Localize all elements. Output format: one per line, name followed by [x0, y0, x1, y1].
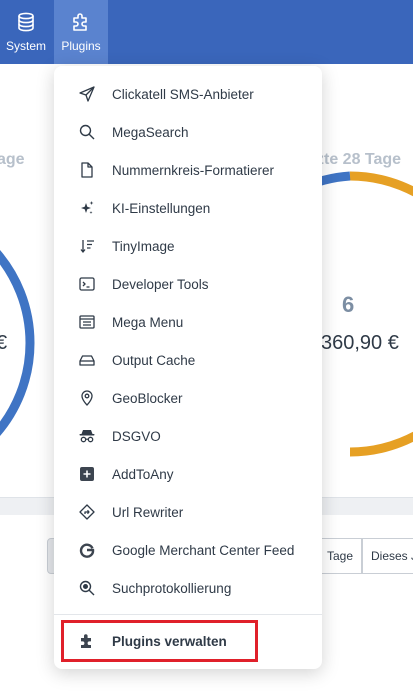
revenue-amount: 360,90 €: [321, 332, 399, 354]
sort-down-icon: [78, 237, 96, 255]
sparkles-icon: [78, 199, 96, 217]
database-icon: [14, 10, 38, 34]
search-icon: [78, 123, 96, 141]
route-sign-icon: [78, 503, 96, 521]
menu-item-developer-tools[interactable]: Developer Tools: [54, 265, 322, 303]
manage-plugins-button[interactable]: Plugins verwalten: [61, 620, 258, 662]
nav-system[interactable]: System: [0, 0, 52, 64]
menu-item-dsgvo[interactable]: DSGVO: [54, 417, 322, 455]
menu-item-label: Url Rewriter: [112, 504, 184, 520]
nav-plugins-label: Plugins: [61, 39, 101, 53]
menu-item-label: Nummernkreis-Formatierer: [112, 162, 275, 178]
plugins-dropdown: Clickatell SMS-Anbieter MegaSearch Numme…: [54, 66, 322, 669]
menu-item-label: GeoBlocker: [112, 390, 183, 406]
menu-item-mega-menu[interactable]: Mega Menu: [54, 303, 322, 341]
menu-divider: [54, 614, 322, 615]
right-card-title: zte 28 Tage: [316, 151, 402, 168]
paper-plane-icon: [78, 85, 96, 103]
spy-icon: [78, 427, 96, 445]
menu-item-label: MegaSearch: [112, 124, 189, 140]
menu-item-label: Suchprotokollierung: [112, 580, 232, 596]
manage-plugins-label: Plugins verwalten: [112, 633, 227, 649]
right-donut-orange-arc: [349, 171, 413, 457]
menu-item-addtoany[interactable]: AddToAny: [54, 455, 322, 493]
menu-item-label: Output Cache: [112, 352, 196, 368]
menu-item-url-rewriter[interactable]: Url Rewriter: [54, 493, 322, 531]
menu-item-label: Mega Menu: [112, 314, 184, 330]
document-icon: [78, 161, 96, 179]
plus-square-icon: [78, 465, 96, 483]
order-count: 6: [342, 292, 355, 317]
puzzle-icon: [69, 10, 93, 34]
menu-item-label: KI-Einstellungen: [112, 200, 211, 216]
menu-item-ki-einstellungen[interactable]: KI-Einstellungen: [54, 189, 322, 227]
menu-item-label: Google Merchant Center Feed: [112, 542, 295, 558]
nav-system-label: System: [5, 39, 46, 53]
google-icon: [78, 541, 96, 559]
period-button-tage[interactable]: Tage: [318, 538, 362, 574]
puzzle-icon: [78, 632, 96, 650]
menu-item-nummernkreis[interactable]: Nummernkreis-Formatierer: [54, 151, 322, 189]
menu-item-label: TinyImage: [112, 238, 175, 254]
hard-drive-icon: [78, 351, 96, 369]
left-card-title: age: [0, 151, 25, 168]
menu-item-label: Clickatell SMS-Anbieter: [112, 86, 254, 102]
menu-item-geoblocker[interactable]: GeoBlocker: [54, 379, 322, 417]
menu-item-label: Developer Tools: [112, 276, 209, 292]
top-navigation-bar: System Plugins: [0, 0, 413, 64]
nav-plugins[interactable]: Plugins: [54, 0, 108, 64]
menu-item-megasearch[interactable]: MegaSearch: [54, 113, 322, 151]
map-pin-icon: [78, 389, 96, 407]
menu-stack-icon: [78, 313, 96, 331]
menu-item-tinyimage[interactable]: TinyImage: [54, 227, 322, 265]
search-log-icon: [78, 579, 96, 597]
menu-item-label: AddToAny: [112, 466, 174, 482]
menu-item-google-merchant[interactable]: Google Merchant Center Feed: [54, 531, 322, 569]
left-amount-fragment: €: [0, 332, 7, 355]
terminal-icon: [78, 275, 96, 293]
menu-item-label: DSGVO: [112, 428, 161, 444]
menu-item-suchprotokollierung[interactable]: Suchprotokollierung: [54, 569, 322, 607]
menu-item-output-cache[interactable]: Output Cache: [54, 341, 322, 379]
period-button-dieses-jahr[interactable]: Dieses J: [362, 538, 413, 574]
menu-item-clickatell[interactable]: Clickatell SMS-Anbieter: [54, 75, 322, 113]
